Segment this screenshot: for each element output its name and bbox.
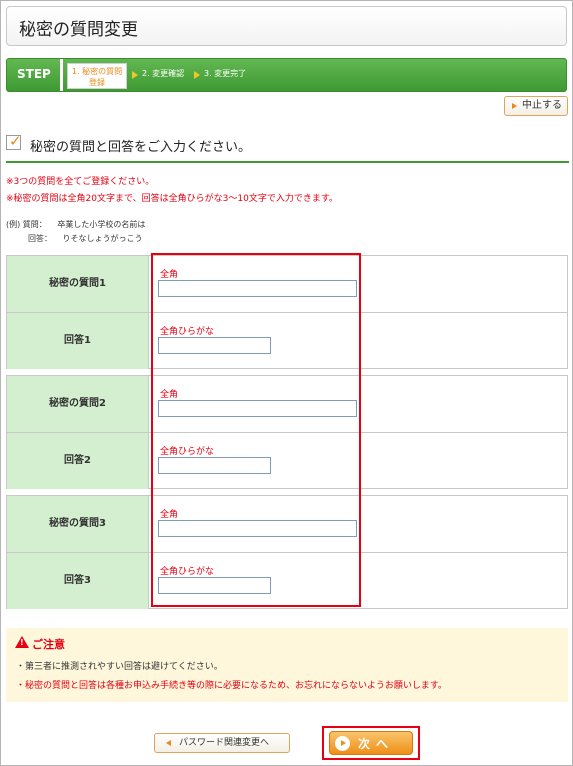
answer-hint-1: 全角ひらがな <box>160 327 215 337</box>
step-arrow-icon <box>132 71 138 79</box>
answer-label-3: 回答3 <box>7 553 149 609</box>
cancel-button-label: 中止する <box>522 100 562 111</box>
section-heading: ✓ 秘密の質問と回答をご入力ください。 <box>6 132 569 163</box>
question-input-1[interactable] <box>158 280 357 297</box>
question-input-3[interactable] <box>158 520 357 537</box>
question-group-3: 秘密の質問3 全角 回答3 全角ひらがな <box>6 495 568 609</box>
example-question-value: 卒業した小学校の名前は <box>57 220 146 229</box>
question-label-1: 秘密の質問1 <box>7 256 149 312</box>
question-hint-2: 全角 <box>160 390 179 400</box>
caution-title: ご注意 <box>32 638 65 651</box>
arrow-right-icon <box>512 103 517 109</box>
cancel-button[interactable]: 中止する <box>504 96 568 116</box>
next-button-label: 次へ <box>358 737 395 751</box>
question-label-2: 秘密の質問2 <box>7 376 149 432</box>
caution-line-1: ・第三者に推測されやすい回答は避けてください。 <box>16 662 223 672</box>
answer-input-2[interactable] <box>158 457 271 474</box>
question-hint-3: 全角 <box>160 510 179 520</box>
answer-hint-2: 全角ひらがな <box>160 447 215 457</box>
example-answer-value: りそなしょうがっこう <box>62 234 143 243</box>
warning-icon: ! <box>15 636 29 648</box>
question-group-2: 秘密の質問2 全角 回答2 全角ひらがな <box>6 375 568 489</box>
example-answer: 回答： りそなしょうがっこう <box>6 233 143 244</box>
example-question-label: (例) 質問： <box>6 220 47 229</box>
page-title: 秘密の質問変更 <box>19 20 138 40</box>
password-settings-back-button[interactable]: パスワード関連変更へ <box>154 733 290 753</box>
answer-row-1: 回答1 全角ひらがな <box>7 312 567 369</box>
arrow-left-icon <box>166 740 171 746</box>
step-label: STEP <box>17 67 51 81</box>
example-answer-label: 回答： <box>28 234 52 243</box>
note-register-all: ※3つの質問を全てご登録ください。 <box>6 177 155 187</box>
answer-input-3[interactable] <box>158 577 271 594</box>
step-1-line1: 1. 秘密の質問 <box>71 67 123 76</box>
step-2: 2. 変更確認 <box>142 69 185 78</box>
answer-label-2: 回答2 <box>7 433 149 489</box>
step-bar: STEP 1. 秘密の質問 登録 2. 変更確認 3. 変更完了 <box>6 58 567 92</box>
question-label-3: 秘密の質問3 <box>7 496 149 552</box>
checkbox-icon: ✓ <box>6 132 22 150</box>
answer-row-2: 回答2 全角ひらがな <box>7 432 567 489</box>
next-button[interactable]: 次へ <box>329 731 413 755</box>
step-arrow-icon <box>194 71 200 79</box>
section-title-text: 秘密の質問と回答をご入力ください。 <box>30 140 252 155</box>
question-row-2: 秘密の質問2 全角 <box>7 376 567 432</box>
question-row-3: 秘密の質問3 全角 <box>7 496 567 552</box>
answer-row-3: 回答3 全角ひらがな <box>7 552 567 609</box>
question-input-2[interactable] <box>158 400 357 417</box>
question-group-1: 秘密の質問1 全角 回答1 全角ひらがな <box>6 255 568 369</box>
answer-input-1[interactable] <box>158 337 271 354</box>
step-1-line2: 登録 <box>89 78 105 87</box>
caution-line-2: ・秘密の質問と回答は各種お申込み手続き等の際に必要になるため、お忘れにならないよ… <box>16 681 447 691</box>
back-button-label: パスワード関連変更へ <box>179 738 270 748</box>
question-row-1: 秘密の質問1 全角 <box>7 256 567 312</box>
question-hint-1: 全角 <box>160 270 179 280</box>
step-3: 3. 変更完了 <box>204 69 247 78</box>
answer-label-1: 回答1 <box>7 313 149 369</box>
caution-box: ! ご注意 ・第三者に推測されやすい回答は避けてください。 ・秘密の質問と回答は… <box>6 628 568 702</box>
page-header: 秘密の質問変更 <box>6 6 567 46</box>
note-length-limits: ※秘密の質問は全角20文字まで、回答は全角ひらがな3～10文字で入力できます。 <box>6 194 338 204</box>
step-divider <box>60 59 63 91</box>
answer-hint-3: 全角ひらがな <box>160 567 215 577</box>
play-icon <box>335 736 350 751</box>
example-question: (例) 質問： 卒業した小学校の名前は <box>6 219 145 230</box>
step-1-current: 1. 秘密の質問 登録 <box>67 63 127 89</box>
